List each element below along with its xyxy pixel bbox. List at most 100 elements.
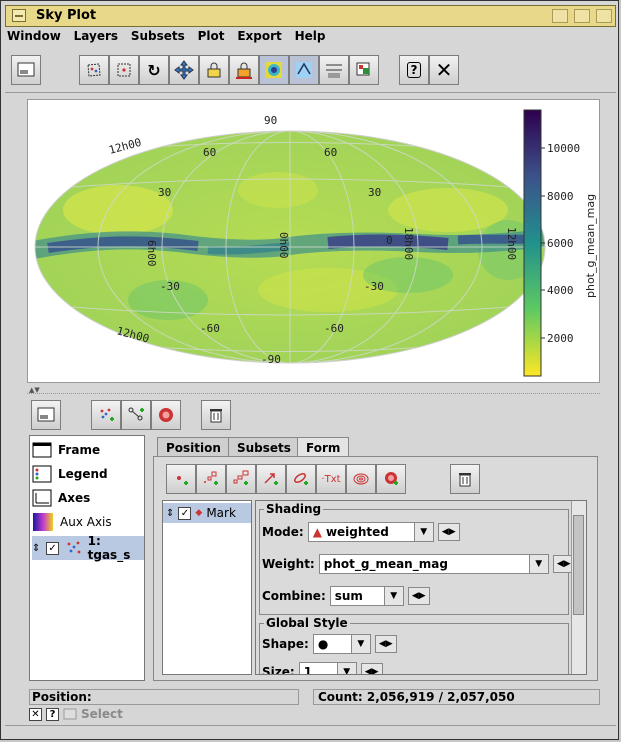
form-list: ⇕ ✓ ◆ Mark xyxy=(162,500,252,675)
mode-select[interactable]: ▲ weighted ▼ xyxy=(307,522,434,542)
help-small-icon[interactable]: ? xyxy=(46,707,59,721)
size-select[interactable]: 1 ▼ xyxy=(298,662,357,674)
lat-label-m90: -90 xyxy=(261,353,281,366)
ra-label-6h: 6h00 xyxy=(145,240,158,267)
colorbar-tick-6000: 6000 xyxy=(547,237,574,250)
mode-stepper[interactable]: ◀▶ xyxy=(437,523,460,541)
layer-visible-checkbox[interactable]: ✓ xyxy=(46,541,59,555)
add-position-layer-icon[interactable] xyxy=(91,400,121,430)
navigation-help-icon[interactable] xyxy=(169,55,199,85)
scatter-layer-icon xyxy=(67,541,81,554)
close-window-button[interactable] xyxy=(596,9,612,23)
lat-label-90: 90 xyxy=(264,114,277,127)
colorbar-tick-10000: 10000 xyxy=(547,142,580,155)
weight-row: Weight: phot_g_mean_mag ▼ ◀▶ xyxy=(262,554,575,574)
help-icon[interactable]: ? xyxy=(399,55,429,85)
add-mark-icon[interactable] xyxy=(166,464,196,494)
title-bar: Sky Plot xyxy=(5,5,616,27)
menu-help[interactable]: Help xyxy=(295,29,326,43)
combine-select[interactable]: sum ▼ xyxy=(329,586,404,606)
global-style-group: Global Style Shape: ● ▼ ◀▶ Size: 1 ▼ ◀▶ xyxy=(259,616,569,674)
add-pair-layer-icon[interactable] xyxy=(121,400,151,430)
menu-subsets[interactable]: Subsets xyxy=(131,29,185,43)
lat-label-m60-left: -60 xyxy=(200,322,220,335)
add-density-form-icon[interactable] xyxy=(376,464,406,494)
form-config-area: Shading Mode: ▲ weighted ▼ ◀▶ Weight: ph… xyxy=(255,500,587,675)
visible-subset-icon[interactable] xyxy=(109,55,139,85)
sky-plot-area[interactable]: 90 60 60 30 30 0 -30 -30 -60 -60 -90 12h… xyxy=(27,99,600,383)
size-row: Size: 1 ▼ ◀▶ xyxy=(262,662,383,674)
add-vector-icon[interactable] xyxy=(256,464,286,494)
minimize-button[interactable] xyxy=(552,9,568,23)
menu-window[interactable]: Window xyxy=(7,29,61,43)
lat-label-m30-right: -30 xyxy=(364,280,384,293)
remove-form-icon[interactable] xyxy=(450,464,480,494)
layer-item-aux-axis[interactable]: Aux Axis xyxy=(32,510,112,534)
auxiliary-lock-icon[interactable] xyxy=(229,55,259,85)
tab-position[interactable]: Position xyxy=(157,437,230,457)
add-ellipse-icon[interactable] xyxy=(286,464,316,494)
window-menu-icon[interactable] xyxy=(12,9,26,22)
select-button[interactable]: Select xyxy=(81,707,123,721)
weighted-mode-icon: ▲ xyxy=(312,525,322,539)
remove-layer-icon[interactable] xyxy=(201,400,231,430)
colorbar-tick-8000: 8000 xyxy=(547,190,574,203)
add-size-icon[interactable] xyxy=(196,464,226,494)
rescale-icon[interactable]: ↻ xyxy=(139,55,169,85)
stack-window-icon[interactable] xyxy=(31,400,61,430)
axes-icon xyxy=(32,489,52,507)
form-scrollbar[interactable] xyxy=(571,501,586,674)
tab-form[interactable]: Form xyxy=(297,437,350,457)
add-text-icon[interactable]: ·Txt xyxy=(316,464,346,494)
layer-item-legend[interactable]: Legend xyxy=(32,462,108,486)
shape-stepper[interactable]: ◀▶ xyxy=(374,635,397,653)
combine-stepper[interactable]: ◀▶ xyxy=(407,587,430,605)
add-density-layer-icon[interactable] xyxy=(151,400,181,430)
split-handle[interactable]: ▲▼ xyxy=(29,386,49,394)
menu-plot[interactable]: Plot xyxy=(198,29,225,43)
lat-label-60-left: 60 xyxy=(203,146,216,159)
mark-icon: ◆ xyxy=(195,508,203,518)
add-sizexy-icon[interactable] xyxy=(226,464,256,494)
chevron-down-icon: ▼ xyxy=(383,587,403,605)
close-icon[interactable]: ✕ xyxy=(429,55,459,85)
cancel-icon[interactable]: ✕ xyxy=(29,707,42,721)
menu-layers[interactable]: Layers xyxy=(74,29,118,43)
form-item-mark[interactable]: ⇕ ✓ ◆ Mark xyxy=(163,503,251,523)
control-window-icon[interactable] xyxy=(11,55,41,85)
menu-export[interactable]: Export xyxy=(237,29,281,43)
chevron-down-icon: ▼ xyxy=(350,635,370,653)
form-panel: ·Txt ⇕ ✓ ◆ Mark Shading Mode: ▲ weighted xyxy=(153,456,598,681)
size-stepper[interactable]: ◀▶ xyxy=(360,663,383,674)
chevron-down-icon: ▼ xyxy=(528,555,548,573)
drag-handle-icon[interactable]: ⇕ xyxy=(32,543,40,554)
grid-axes-icon[interactable] xyxy=(319,55,349,85)
layer-item-tgas[interactable]: ⇕ ✓ 1: tgas_s xyxy=(32,534,144,562)
density-plot-icon[interactable] xyxy=(259,55,289,85)
ra-label-18h: 18h00 xyxy=(402,227,415,260)
frame-icon xyxy=(32,442,52,458)
add-contour-icon[interactable] xyxy=(346,464,376,494)
drag-handle-icon[interactable]: ⇕ xyxy=(166,508,174,519)
weight-field[interactable]: phot_g_mean_mag ▼ xyxy=(318,554,549,574)
sky-plot-window: Sky Plot Window Layers Subsets Plot Expo… xyxy=(0,0,619,740)
draw-subset-icon[interactable] xyxy=(79,55,109,85)
shape-select[interactable]: ● ▼ xyxy=(312,634,371,654)
layer-item-frame[interactable]: Frame xyxy=(32,438,100,462)
export-image-icon[interactable] xyxy=(349,55,379,85)
bottom-bar xyxy=(5,725,616,736)
maximize-button[interactable] xyxy=(574,9,590,23)
form-visible-checkbox[interactable]: ✓ xyxy=(178,506,192,520)
mode-row: Mode: ▲ weighted ▼ ◀▶ xyxy=(262,522,460,542)
layer-item-axes[interactable]: Axes xyxy=(32,486,90,510)
lat-label-30-right: 30 xyxy=(368,186,381,199)
colorbar-tick-4000: 4000 xyxy=(547,284,574,297)
lat-label-m30-left: -30 xyxy=(160,280,180,293)
chevron-down-icon: ▼ xyxy=(413,523,433,541)
tab-subsets[interactable]: Subsets xyxy=(228,437,300,457)
sky-map[interactable]: 90 60 60 30 30 0 -30 -30 -60 -60 -90 12h… xyxy=(28,100,599,382)
position-status: Position: xyxy=(29,689,299,705)
chevron-down-icon: ▼ xyxy=(336,663,356,674)
axis-lock-icon[interactable] xyxy=(199,55,229,85)
sketch-mode-icon[interactable] xyxy=(289,55,319,85)
